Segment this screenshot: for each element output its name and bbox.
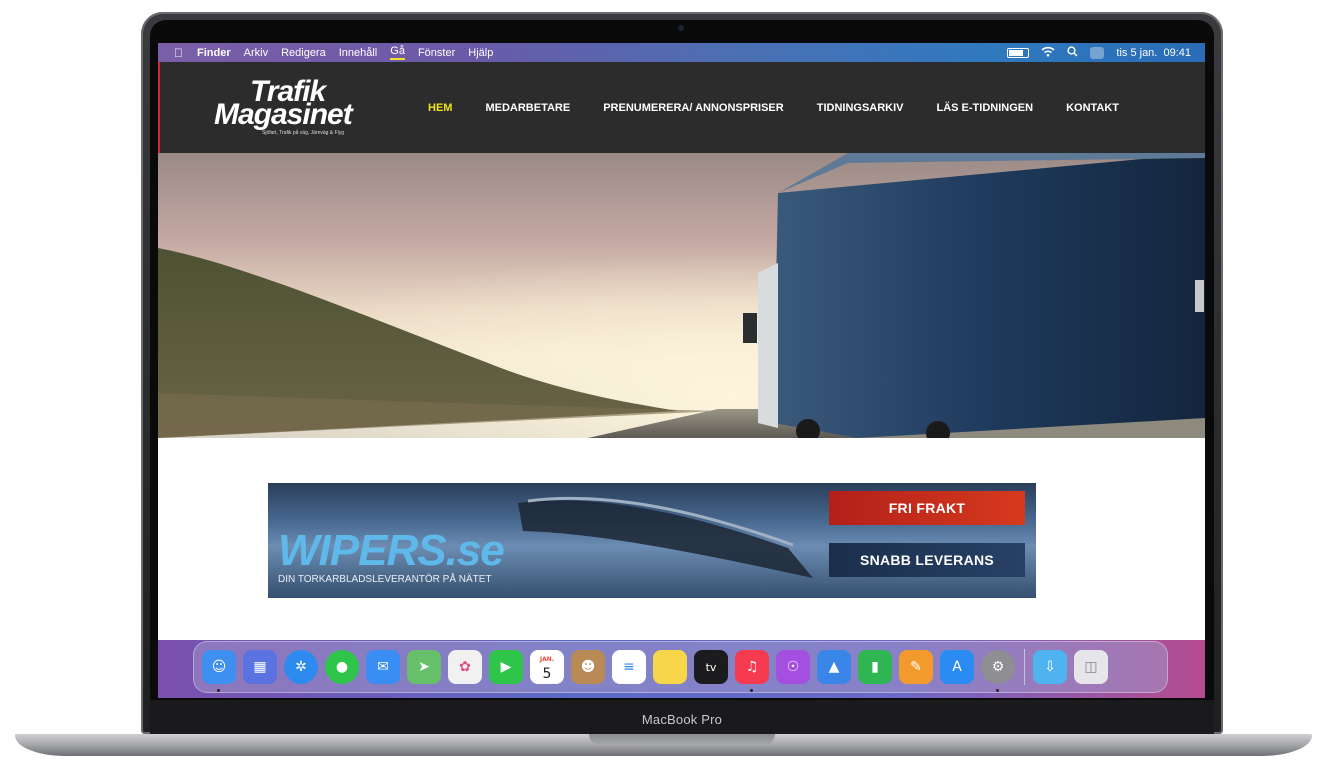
- nav-item-medarbetare[interactable]: MEDARBETARE: [485, 102, 570, 114]
- finder-icon[interactable]: ☺: [202, 650, 236, 692]
- calendar-day: 5: [542, 666, 552, 682]
- numbers-icon[interactable]: ▮: [858, 650, 892, 684]
- nav-item-prenumerera[interactable]: PRENUMERERA/ ANNONSPRISER: [603, 102, 784, 114]
- logo-line-2: Magasinet: [214, 98, 353, 131]
- mail-icon[interactable]: ✉: [366, 650, 400, 684]
- dock: ☺ ▦ ✲ ● ✉ ➤ ✿ ▶ JAN. 5 ☻ ≡ tv ♫ ☉ ▲ ▮ ✎ …: [193, 641, 1168, 693]
- status-area: tis 5 jan. 09:41: [1007, 43, 1191, 62]
- nav-item-tidningsarkiv[interactable]: TIDNINGSARKIV: [817, 102, 904, 114]
- dock-separator: [1024, 649, 1025, 685]
- laptop-opening-notch: [589, 734, 775, 745]
- trash-icon[interactable]: ◫: [1074, 650, 1108, 684]
- wifi-icon[interactable]: [1041, 46, 1055, 60]
- contacts-icon[interactable]: ☻: [571, 650, 605, 684]
- banner-tagline: DIN TORKARBLADSLEVERANTÖR PÅ NÄTET: [278, 574, 492, 585]
- appletv-label: tv: [705, 660, 717, 674]
- calendar-month: JAN.: [539, 656, 555, 663]
- menu-app-name[interactable]: Finder: [197, 47, 231, 59]
- hero-image: [158, 153, 1205, 438]
- calendar-icon[interactable]: JAN. 5: [530, 650, 564, 684]
- menu-item-fonster[interactable]: Fönster: [418, 47, 455, 59]
- camera-icon: [678, 25, 684, 31]
- banner-brand: WIPERS.se: [278, 526, 505, 575]
- music-icon[interactable]: ♫: [735, 650, 769, 692]
- scrollbar-thumb[interactable]: [1195, 280, 1204, 312]
- hero-truck-illustration: [158, 153, 1205, 438]
- reminders-icon[interactable]: ≡: [612, 650, 646, 684]
- ribbon-free-shipping: FRI FRAKT: [829, 491, 1025, 525]
- launchpad-icon[interactable]: ▦: [243, 650, 277, 684]
- nav-item-kontakt[interactable]: KONTAKT: [1066, 102, 1119, 114]
- nav-item-las-e-tidningen[interactable]: LÄS E-TIDNINGEN: [937, 102, 1034, 114]
- screen:  Finder Arkiv Redigera Innehåll Gå Föns…: [158, 43, 1205, 698]
- battery-icon[interactable]: [1007, 47, 1030, 58]
- menu-item-ga[interactable]: Gå: [390, 45, 405, 60]
- running-indicator: [217, 689, 220, 692]
- site-header: Trafik Magasinet Sjöfart, Trafik på väg,…: [158, 62, 1205, 153]
- maps-icon[interactable]: ➤: [407, 650, 441, 684]
- main-nav: HEM MEDARBETARE PRENUMERERA/ ANNONSPRISE…: [428, 62, 1152, 153]
- menu-item-innehall[interactable]: Innehåll: [339, 47, 378, 59]
- photos-icon[interactable]: ✿: [448, 650, 482, 684]
- facetime-icon[interactable]: ▶: [489, 650, 523, 684]
- device-label: MacBook Pro: [641, 712, 723, 727]
- running-indicator: [750, 689, 753, 692]
- control-center-icon[interactable]: [1090, 46, 1105, 59]
- menu-clock[interactable]: tis 5 jan. 09:41: [1116, 47, 1191, 59]
- keynote-icon[interactable]: ▲: [817, 650, 851, 684]
- menu-bar:  Finder Arkiv Redigera Innehåll Gå Föns…: [158, 43, 1205, 62]
- ribbon-fast-delivery: SNABB LEVERANS: [829, 543, 1025, 577]
- podcasts-icon[interactable]: ☉: [776, 650, 810, 684]
- apple-logo-icon[interactable]: : [174, 46, 183, 60]
- appstore-icon[interactable]: A: [940, 650, 974, 684]
- wipers-ad-banner[interactable]: WIPERS.se DIN TORKARBLADSLEVERANTÖR PÅ N…: [268, 483, 1036, 598]
- downloads-folder-icon[interactable]: ⇩: [1033, 650, 1067, 684]
- appletv-icon[interactable]: tv: [694, 650, 728, 684]
- spotlight-search-icon[interactable]: [1067, 45, 1078, 60]
- menu-item-redigera[interactable]: Redigera: [281, 47, 326, 59]
- safari-icon[interactable]: ✲: [284, 650, 318, 684]
- messages-icon[interactable]: ●: [325, 650, 359, 684]
- notes-icon[interactable]: [653, 650, 687, 684]
- logo-tagline: Sjöfart, Trafik på väg, Järnväg & Flyg: [262, 130, 344, 136]
- menu-item-arkiv[interactable]: Arkiv: [244, 47, 268, 59]
- menu-item-hjalp[interactable]: Hjälp: [468, 47, 493, 59]
- running-indicator: [996, 689, 999, 692]
- nav-item-hem[interactable]: HEM: [428, 102, 452, 114]
- system-preferences-icon[interactable]: ⚙: [981, 650, 1015, 692]
- pages-icon[interactable]: ✎: [899, 650, 933, 684]
